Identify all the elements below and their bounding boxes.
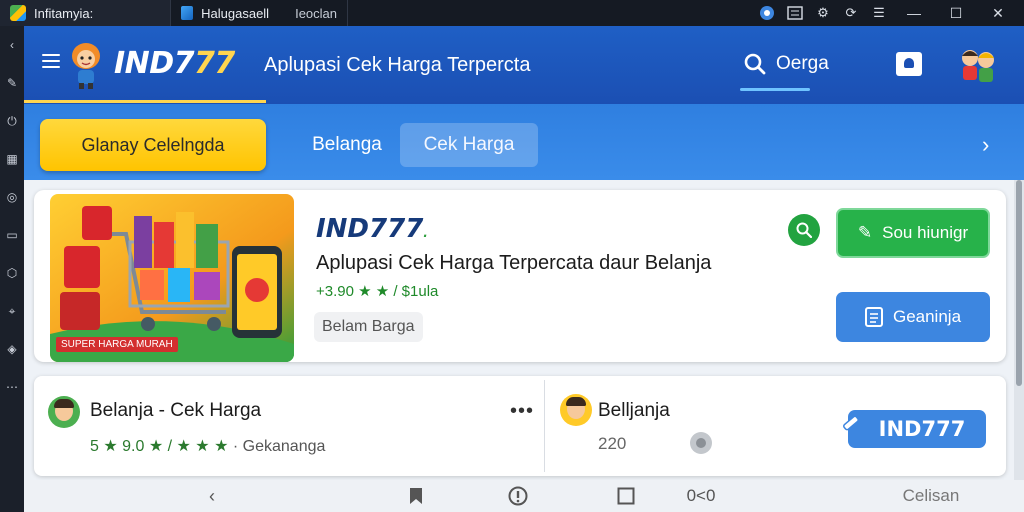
promo-button[interactable]: Glanay Celelngda — [40, 119, 266, 171]
app-logo-icon — [10, 5, 26, 21]
results-card: Belanja - Cek Harga 5 ★ 9.0 ★ / ★ ★ ★ · … — [34, 376, 1006, 476]
location-icon[interactable]: ⌖ — [5, 304, 19, 318]
search-active-indicator — [740, 88, 810, 91]
featured-rating: +3.90 ★ ★ / $1ula — [316, 283, 439, 300]
nav-back-icon[interactable]: ‹ — [200, 484, 224, 508]
maximize-icon[interactable]: ☐ — [938, 2, 974, 24]
brand-prefix: IND7 — [114, 46, 195, 81]
close-icon[interactable]: ✕ — [980, 2, 1016, 24]
recent-apps-icon[interactable] — [614, 484, 638, 508]
list-item-category: · Gekananga — [232, 438, 326, 455]
list-item-title: Belljanja — [598, 400, 670, 421]
document-icon — [864, 307, 883, 327]
window-titlebar: Infitamyia: Halugasaell Ieoclan ⚙ ⟳ ☰ — … — [0, 0, 1024, 26]
window-tab-2-title: Halugasaell — [201, 5, 270, 21]
window-tab-2-subtitle: Ieoclan — [295, 5, 337, 21]
app-header: IND777 Aplupasi Cek Harga Terpercta Oerg… — [24, 26, 1024, 104]
header-search-label: Oerga — [776, 53, 829, 74]
more-tools-icon[interactable]: ⋯ — [5, 380, 19, 394]
avatar — [560, 394, 592, 426]
divider — [544, 380, 545, 472]
back-icon[interactable]: ‹ — [5, 38, 19, 52]
window-tab-2[interactable]: Halugasaell Ieoclan — [170, 0, 348, 26]
brand-logo: IND777 — [114, 46, 235, 81]
emulator-sidebar: ‹ ✎ ⏻ ▦ ◎ ▭ ⬡ ⌖ ◈ ⋯ — [0, 26, 24, 512]
menu-icon[interactable]: ☰ — [868, 2, 890, 24]
featured-tag[interactable]: Belam Barga — [314, 312, 423, 342]
minimize-icon[interactable]: — — [896, 2, 932, 24]
app-logo-2-icon — [181, 6, 194, 20]
users-avatars-icon[interactable] — [956, 44, 1000, 88]
keyboard-icon[interactable] — [784, 2, 806, 24]
window-tab-1[interactable]: Infitamyia: — [0, 0, 170, 26]
page-counter: 0<0 — [686, 486, 716, 505]
featured-brand: IND777. — [316, 214, 428, 244]
green-action-button[interactable]: ✎ Sou hiunigr — [836, 208, 990, 258]
green-action-label: Sou hiunigr — [882, 223, 969, 242]
tab-cek-harga[interactable]: Cek Harga — [400, 123, 538, 167]
list-item-rating: 5 ★ 9.0 ★ / ★ ★ ★ — [90, 438, 229, 455]
search-icon — [796, 222, 812, 238]
search-icon — [744, 53, 766, 75]
share-icon[interactable] — [690, 432, 712, 454]
shake-icon[interactable]: ⬡ — [5, 266, 19, 280]
settings-icon[interactable]: ⚙ — [812, 2, 834, 24]
volume-icon[interactable]: ◈ — [5, 342, 19, 356]
banner-badge: SUPER HARGA MURAH — [56, 337, 178, 352]
info-icon[interactable] — [506, 484, 530, 508]
page-title: Aplupasi Cek Harga Terpercta — [264, 54, 531, 76]
featured-brand-text: IND777 — [316, 214, 424, 244]
category-tabbar: Glanay Celelngda Belanga Cek Harga › — [24, 104, 1024, 180]
tab-belanja[interactable]: Belanga — [304, 123, 390, 167]
featured-card[interactable]: SUPER HARGA MURAH IND777. Aplupasi Cek H… — [34, 190, 1006, 362]
featured-title: Aplupasi Cek Harga Terpercata daur Belan… — [316, 252, 712, 274]
bottom-navigation: ‹ 0<0 Celisan — [24, 480, 1024, 512]
bottom-right-label[interactable]: Celisan — [886, 484, 976, 508]
avatar — [48, 396, 80, 428]
record-icon[interactable]: ◎ — [5, 190, 19, 204]
list-item-title: Belanja - Cek Harga — [90, 400, 262, 421]
brand-underline — [24, 100, 266, 103]
scrollbar-thumb[interactable] — [1016, 180, 1022, 386]
window-controls: ⚙ ⟳ ☰ — ☐ ✕ — [756, 0, 1024, 26]
chevron-right-icon[interactable]: › — [982, 132, 989, 158]
rotate-icon[interactable]: ⟳ — [840, 2, 862, 24]
brand-suffix: 77 — [194, 46, 235, 81]
window-tab-1-title: Infitamyia: — [34, 5, 94, 21]
hamburger-menu-icon[interactable] — [42, 54, 60, 68]
more-options-icon[interactable]: ••• — [510, 400, 534, 423]
featured-search-button[interactable] — [788, 214, 820, 246]
brand-badge[interactable]: IND777 — [848, 410, 986, 448]
vertical-scrollbar[interactable] — [1014, 180, 1024, 480]
gamepad-icon[interactable] — [756, 2, 778, 24]
pin-icon[interactable]: ✎ — [5, 76, 19, 90]
apps-icon[interactable]: ▦ — [5, 152, 19, 166]
power-icon[interactable]: ⏻ — [5, 114, 19, 128]
list-item-count: 220 — [598, 434, 627, 453]
tag-icon: ✎ — [857, 223, 873, 242]
list-item-subtitle: 5 ★ 9.0 ★ / ★ ★ ★ · Gekananga — [90, 436, 325, 456]
blue-action-button[interactable]: Geaninja — [836, 292, 990, 342]
profile-card-icon[interactable] — [896, 52, 922, 76]
bookmark-icon[interactable] — [404, 484, 428, 508]
header-search-button[interactable]: Oerga — [744, 48, 829, 80]
blue-action-label: Geaninja — [892, 307, 962, 326]
mascot-logo-icon — [72, 43, 100, 89]
shopping-cart-banner-image: SUPER HARGA MURAH — [50, 194, 294, 362]
folder-icon[interactable]: ▭ — [5, 228, 19, 242]
pen-icon — [843, 415, 859, 431]
